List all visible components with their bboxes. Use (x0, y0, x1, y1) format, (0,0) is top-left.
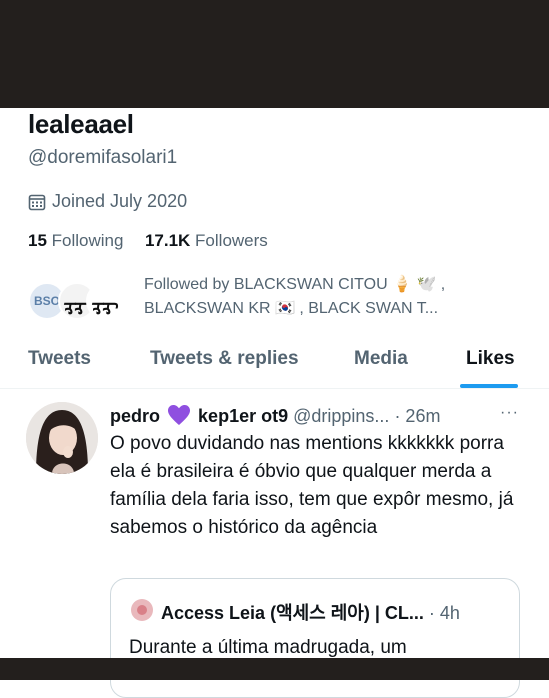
bottom-dark-bar (0, 658, 549, 680)
joined-date: Joined July 2020 (28, 191, 187, 212)
tweet-author-name[interactable]: pedro (110, 406, 160, 426)
follower-avatar: ᢋᢋ (86, 282, 124, 320)
quoted-author-avatar (131, 599, 153, 621)
quoted-tweet-header: Access Leia (액세스 레아) | CL... · 4h (161, 599, 460, 625)
tweet-author-avatar[interactable] (26, 402, 98, 474)
following-link[interactable]: 15 Following (28, 231, 123, 250)
followers-link[interactable]: 17.1K Followers (145, 231, 268, 250)
tab-likes[interactable]: Likes (466, 348, 515, 370)
profile-handle: @doremifasolari1 (28, 147, 178, 168)
quoted-tweet-text: Durante a última madrugada, um (129, 637, 407, 658)
active-tab-indicator (460, 384, 518, 388)
avatar-portrait-icon (26, 402, 98, 474)
tab-media[interactable]: Media (354, 348, 408, 370)
following-label: Following (51, 231, 124, 250)
profile-tabs: Tweets Tweets & replies Media Likes (0, 336, 549, 389)
follow-stats: 15 Following 17.1K Followers (28, 231, 268, 251)
following-count: 15 (28, 231, 47, 250)
more-icon[interactable]: ··· (500, 404, 519, 422)
quoted-tweet[interactable]: Access Leia (액세스 레아) | CL... · 4h Durant… (110, 578, 520, 698)
purple-heart-icon (168, 405, 191, 425)
tab-tweets-replies[interactable]: Tweets & replies (150, 348, 299, 370)
tweet-author-handle[interactable]: @drippins... (293, 406, 389, 426)
joined-label: Joined July 2020 (52, 191, 188, 211)
top-dark-bar (0, 0, 549, 108)
tweet-author-suffix[interactable]: kep1er ot9 (198, 406, 288, 426)
quoted-author-name: Access Leia (액세스 레아) | CL... (161, 603, 424, 623)
followed-by-avatars[interactable]: BSO ᢋᢋ ᢋᢋ (28, 282, 126, 322)
followers-label: Followers (195, 231, 268, 250)
tweet-time[interactable]: · 26m (394, 406, 440, 426)
tab-tweets[interactable]: Tweets (28, 348, 91, 370)
followers-count: 17.1K (144, 231, 191, 250)
tweet-text: O povo duvidando nas mentions kkkkkkk po… (110, 433, 514, 538)
calendar-icon (28, 194, 46, 210)
profile-display-name: lealeaael (28, 109, 134, 139)
followed-by-text[interactable]: Followed by BLACKSWAN CITOU 🍦 🕊️ , BLACK… (144, 273, 544, 321)
quoted-tweet-time: · 4h (428, 603, 460, 623)
tweet-header: pedro kep1er ot9 @drippins... · 26m (110, 404, 440, 427)
